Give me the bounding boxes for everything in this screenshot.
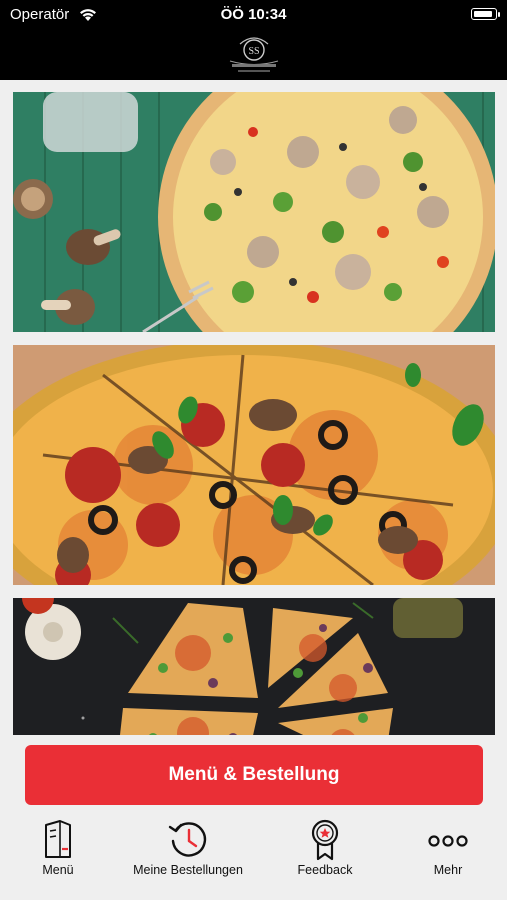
tab-menu[interactable]: Menü xyxy=(18,815,98,885)
menu-order-button-label: Menü & Bestellung xyxy=(168,764,340,785)
app-screen: Operatör ÖÖ 10:34 SS Menü & Bestellung M… xyxy=(0,0,507,900)
tab-my-orders[interactable]: Meine Bestellungen xyxy=(128,815,248,885)
tab-bar: Menü Meine Bestellungen Feedback Mehr xyxy=(0,815,507,900)
award-badge-icon xyxy=(311,819,339,861)
banner-list[interactable] xyxy=(0,80,507,735)
order-history-icon xyxy=(168,822,207,857)
tab-more-label: Mehr xyxy=(433,863,463,877)
tab-more[interactable]: Mehr xyxy=(408,815,488,885)
pizza-banner-2[interactable] xyxy=(13,345,495,585)
status-bar: Operatör ÖÖ 10:34 xyxy=(0,0,507,28)
pizza-banner-3[interactable] xyxy=(13,598,495,735)
tab-menu-label: Menü xyxy=(42,863,74,877)
logo-text: SS xyxy=(248,46,259,57)
tab-feedback-label: Feedback xyxy=(297,863,353,877)
more-dots-icon xyxy=(428,835,468,847)
clock: ÖÖ 10:34 xyxy=(220,6,287,23)
restaurant-crest-logo: SS xyxy=(229,37,279,72)
tab-feedback[interactable]: Feedback xyxy=(285,815,365,885)
header-bar: Operatör ÖÖ 10:34 SS xyxy=(0,0,507,80)
battery-level-fill xyxy=(473,10,492,17)
tab-my-orders-label: Meine Bestellungen xyxy=(133,863,243,877)
menu-order-button[interactable]: Menü & Bestellung xyxy=(25,745,483,805)
menu-book-icon xyxy=(45,820,71,858)
battery-icon xyxy=(471,8,500,20)
pizza-banner-1[interactable] xyxy=(13,92,495,332)
